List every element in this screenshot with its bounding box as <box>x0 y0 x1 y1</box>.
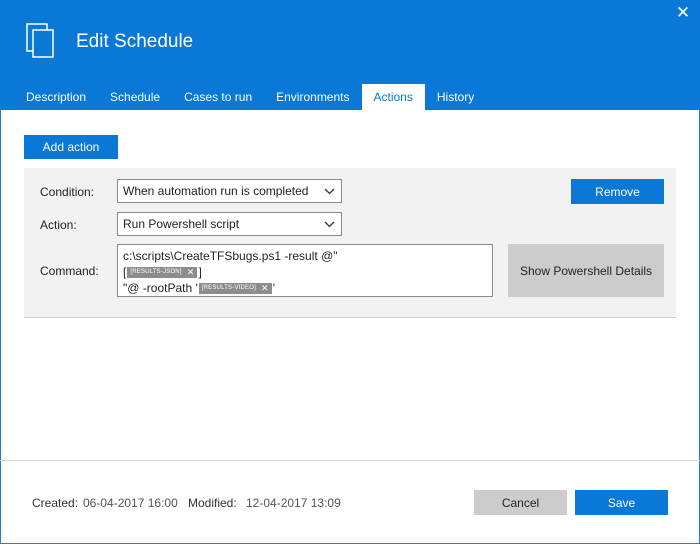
modified-label: Modified: <box>188 496 237 510</box>
command-text: c:\scripts\CreateTFSbugs.ps1 -result @" <box>123 248 338 263</box>
action-panel: Condition: When automation run is comple… <box>24 168 676 318</box>
created-value: 06-04-2017 16:00 <box>83 496 178 510</box>
condition-select[interactable]: When automation run is completed <box>117 179 342 203</box>
chevron-down-icon <box>323 213 335 235</box>
add-action-button[interactable]: Add action <box>24 135 118 159</box>
command-text: [ <box>123 264 127 279</box>
show-powershell-details-button[interactable]: Show Powershell Details <box>508 244 664 297</box>
tab-bar: Description Schedule Cases to run Enviro… <box>14 84 486 110</box>
tab-schedule[interactable]: Schedule <box>98 84 172 110</box>
created-label: Created: <box>32 496 79 510</box>
action-value: Run Powershell script <box>123 217 240 231</box>
action-label: Action: <box>40 218 77 232</box>
remove-token-icon[interactable]: ✕ <box>187 267 195 278</box>
command-input[interactable]: c:\scripts\CreateTFSbugs.ps1 -result @" … <box>117 244 493 297</box>
save-button[interactable]: Save <box>575 490 668 515</box>
command-label: Command: <box>40 264 99 278</box>
tab-actions[interactable]: Actions <box>361 84 425 110</box>
tab-cases-to-run[interactable]: Cases to run <box>172 84 264 110</box>
token-label: [RESULTS-VIDEO] <box>201 284 256 291</box>
command-line-1: c:\scripts\CreateTFSbugs.ps1 -result @" <box>123 248 487 264</box>
modified-value: 12-04-2017 13:09 <box>246 496 341 510</box>
footer-divider <box>0 460 700 461</box>
command-text: ' <box>272 280 276 295</box>
command-text: ] <box>198 264 202 279</box>
command-line-3: "@ -rootPath ' [RESULTS-VIDEO] ✕ ' <box>123 280 487 296</box>
tab-environments[interactable]: Environments <box>264 84 361 110</box>
action-select[interactable]: Run Powershell script <box>117 212 342 236</box>
cancel-button[interactable]: Cancel <box>474 490 567 515</box>
results-video-token[interactable]: [RESULTS-VIDEO] ✕ <box>198 282 272 294</box>
condition-label: Condition: <box>40 185 95 199</box>
tab-description[interactable]: Description <box>14 84 98 110</box>
pages-icon <box>26 23 56 59</box>
command-line-2: [ [RESULTS-JSON] ✕ ] <box>123 264 487 280</box>
token-label: [RESULTS-JSON] <box>130 268 182 275</box>
remove-token-icon[interactable]: ✕ <box>261 283 269 294</box>
command-text: "@ -rootPath ' <box>123 280 198 295</box>
remove-button[interactable]: Remove <box>571 179 664 204</box>
tab-history[interactable]: History <box>425 84 486 110</box>
dialog-header: ✕ Edit Schedule Description Schedule Cas… <box>0 0 700 110</box>
dialog-title: Edit Schedule <box>76 31 194 52</box>
condition-value: When automation run is completed <box>123 184 309 198</box>
chevron-down-icon <box>323 180 335 202</box>
close-icon[interactable]: ✕ <box>674 4 692 22</box>
results-json-token[interactable]: [RESULTS-JSON] ✕ <box>127 266 198 278</box>
